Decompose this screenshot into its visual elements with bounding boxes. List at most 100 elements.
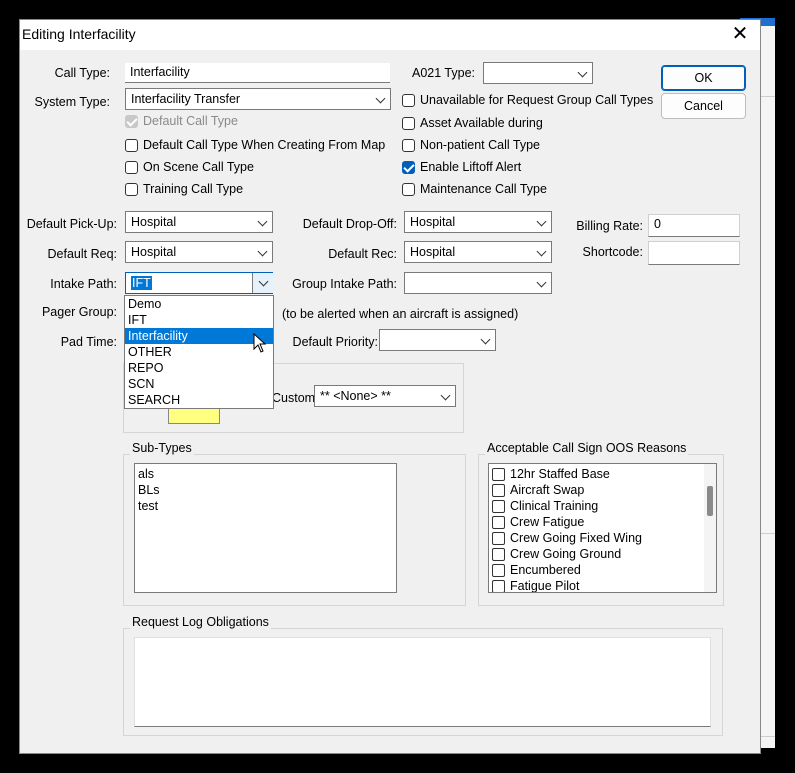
- dialog-title: Editing Interfacility: [22, 26, 136, 42]
- intake-option[interactable]: OTHER: [125, 344, 273, 360]
- editing-dialog: Editing Interfacility ✕ OK Cancel Call T…: [20, 20, 760, 753]
- custom-value: ** <None> **: [320, 389, 391, 403]
- list-item[interactable]: als: [135, 466, 396, 482]
- default-priority-label: Default Priority:: [292, 335, 378, 349]
- oos-item[interactable]: Clinical Training: [489, 498, 716, 514]
- list-item[interactable]: BLs: [135, 482, 396, 498]
- oos-item[interactable]: Fatigue Pilot: [489, 578, 716, 593]
- chevron-down-icon: [577, 67, 588, 78]
- checkbox-box: [402, 161, 415, 174]
- intake-option[interactable]: Demo: [125, 296, 273, 312]
- intake-path-value: IFT: [131, 276, 152, 290]
- sub-types-list[interactable]: als BLs test: [134, 463, 397, 593]
- checkbox-box[interactable]: [492, 548, 505, 561]
- checkbox-label: Asset Available during: [420, 116, 543, 130]
- checkbox-box: [125, 115, 138, 128]
- intake-path-select[interactable]: IFT: [125, 272, 273, 294]
- billing-rate-label: Billing Rate:: [576, 219, 643, 233]
- unavailable-request-group-checkbox[interactable]: Unavailable for Request Group Call Types: [402, 93, 653, 107]
- default-rec-label: Default Rec:: [328, 247, 397, 261]
- checkbox-box[interactable]: [492, 580, 505, 592]
- cancel-button[interactable]: Cancel: [661, 93, 746, 119]
- intake-option[interactable]: SCN: [125, 376, 273, 392]
- intake-option-selected[interactable]: Interfacility: [125, 328, 273, 344]
- a021-type-label: A021 Type:: [411, 66, 475, 80]
- default-priority-select[interactable]: [379, 329, 496, 351]
- default-pickup-label: Default Pick-Up:: [26, 217, 117, 231]
- oos-item[interactable]: Crew Going Fixed Wing: [489, 530, 716, 546]
- intake-option[interactable]: REPO: [125, 360, 273, 376]
- default-dropoff-value: Hospital: [410, 215, 456, 229]
- intake-path-dropdown-list: Demo IFT Interfacility OTHER REPO SCN SE…: [124, 295, 274, 409]
- oos-item-label: Clinical Training: [510, 499, 599, 513]
- oos-item-label: Fatigue Pilot: [510, 579, 580, 593]
- oos-reasons-list[interactable]: 12hr Staffed Base Aircraft Swap Clinical…: [488, 463, 717, 593]
- maintenance-checkbox[interactable]: Maintenance Call Type: [402, 182, 547, 196]
- training-checkbox[interactable]: Training Call Type: [125, 182, 243, 196]
- close-icon[interactable]: ✕: [730, 23, 750, 45]
- intake-path-label: Intake Path:: [50, 277, 117, 291]
- oos-reasons-title: Acceptable Call Sign OOS Reasons: [485, 441, 689, 455]
- default-dropoff-select[interactable]: Hospital: [404, 211, 552, 233]
- default-rec-value: Hospital: [410, 245, 456, 259]
- checkbox-box[interactable]: [492, 484, 505, 497]
- default-dropoff-label: Default Drop-Off:: [302, 217, 397, 231]
- a021-type-select[interactable]: [483, 62, 593, 84]
- checkbox-box: [402, 183, 415, 196]
- chevron-down-icon: [257, 216, 268, 227]
- checkbox-label: Non-patient Call Type: [420, 138, 540, 152]
- custom-select[interactable]: ** <None> **: [314, 385, 456, 407]
- oos-item[interactable]: Crew Fatigue: [489, 514, 716, 530]
- default-req-value: Hospital: [131, 245, 177, 259]
- oos-item[interactable]: Aircraft Swap: [489, 482, 716, 498]
- group-intake-path-select[interactable]: [404, 272, 552, 294]
- checkbox-box[interactable]: [492, 468, 505, 481]
- default-req-select[interactable]: Hospital: [125, 241, 273, 263]
- checkbox-box[interactable]: [492, 532, 505, 545]
- call-type-label: Call Type:: [54, 66, 110, 80]
- oos-scrollbar[interactable]: [704, 464, 716, 592]
- oos-item[interactable]: Crew Going Ground: [489, 546, 716, 562]
- chevron-down-icon: [536, 246, 547, 257]
- checkbox-box[interactable]: [492, 564, 505, 577]
- oos-item-label: Aircraft Swap: [510, 483, 585, 497]
- checkbox-label: Enable Liftoff Alert: [420, 160, 522, 174]
- checkbox-box[interactable]: [492, 500, 505, 513]
- default-pickup-value: Hospital: [131, 215, 177, 229]
- on-scene-checkbox[interactable]: On Scene Call Type: [125, 160, 254, 174]
- checkbox-label: Training Call Type: [143, 182, 244, 196]
- oos-item-label: 12hr Staffed Base: [510, 467, 610, 481]
- checkbox-box: [402, 117, 415, 130]
- checkbox-box: [125, 161, 138, 174]
- call-type-input[interactable]: Interfacility: [125, 63, 390, 83]
- intake-option[interactable]: IFT: [125, 312, 273, 328]
- list-item[interactable]: test: [135, 498, 396, 514]
- checkbox-label: On Scene Call Type: [143, 160, 254, 174]
- default-from-map-checkbox[interactable]: Default Call Type When Creating From Map: [125, 138, 385, 152]
- oos-item[interactable]: 12hr Staffed Base: [489, 466, 716, 482]
- checkbox-box[interactable]: [492, 516, 505, 529]
- billing-rate-input[interactable]: 0: [648, 214, 740, 237]
- default-call-type-checkbox[interactable]: Default Call Type: [125, 114, 238, 128]
- intake-option[interactable]: SEARCH: [125, 392, 273, 408]
- request-log-title: Request Log Obligations: [130, 615, 271, 629]
- default-req-label: Default Req:: [47, 247, 117, 261]
- oos-item[interactable]: Encumbered: [489, 562, 716, 578]
- ok-button[interactable]: OK: [661, 65, 746, 91]
- request-log-list[interactable]: [134, 637, 711, 727]
- default-rec-select[interactable]: Hospital: [404, 241, 552, 263]
- shortcode-input[interactable]: [648, 241, 740, 265]
- checkbox-box: [402, 94, 415, 107]
- checkbox-label: Maintenance Call Type: [420, 182, 547, 196]
- oos-item-label: Crew Fatigue: [510, 515, 585, 529]
- asset-available-checkbox[interactable]: Asset Available during: [402, 116, 543, 130]
- scrollbar-thumb[interactable]: [707, 486, 713, 516]
- liftoff-alert-checkbox[interactable]: Enable Liftoff Alert: [402, 160, 521, 174]
- default-pickup-select[interactable]: Hospital: [125, 211, 273, 233]
- checkbox-label: Unavailable for Request Group Call Types: [420, 93, 654, 107]
- oos-item-label: Crew Going Ground: [510, 547, 622, 561]
- pager-note: (to be alerted when an aircraft is assig…: [282, 307, 519, 321]
- dropdown-button[interactable]: [252, 273, 273, 293]
- non-patient-checkbox[interactable]: Non-patient Call Type: [402, 138, 540, 152]
- system-type-select[interactable]: Interfacility Transfer: [125, 88, 391, 110]
